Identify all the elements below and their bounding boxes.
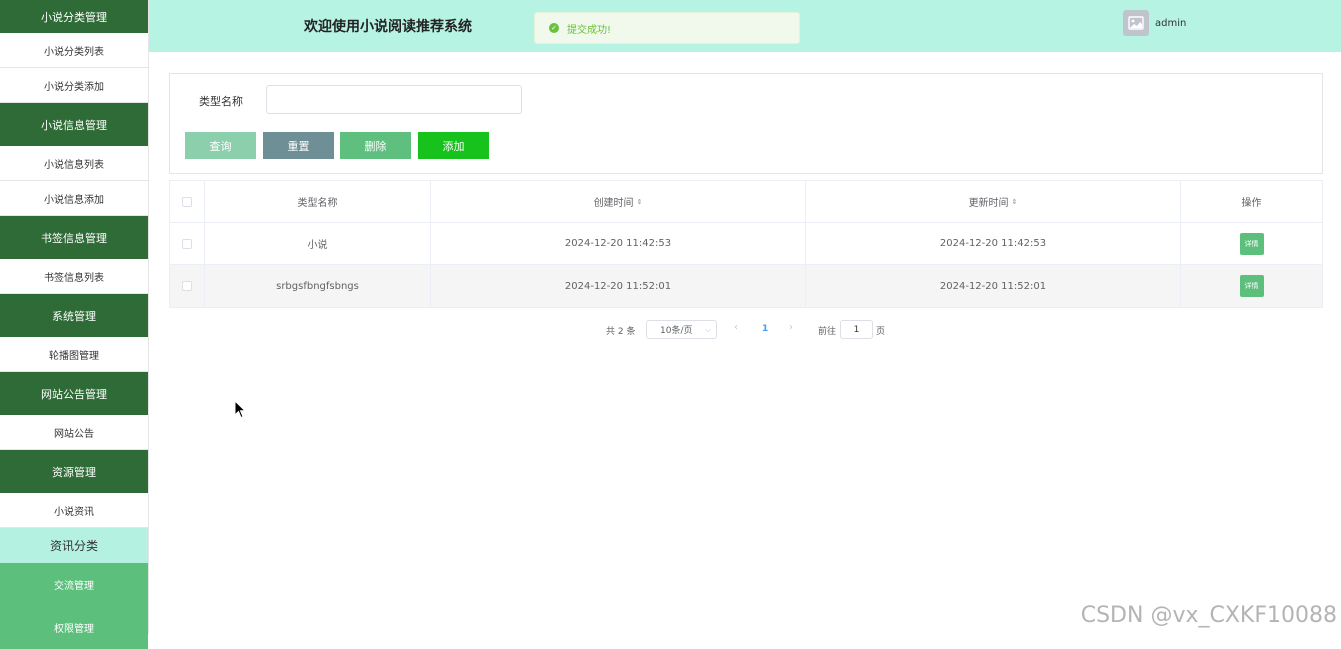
sort-icon[interactable]: ⇕ xyxy=(1012,198,1018,206)
sort-icon[interactable]: ⇕ xyxy=(637,198,643,206)
detail-button[interactable]: 详情 xyxy=(1240,233,1264,255)
sidebar-group-system[interactable]: 系统管理 xyxy=(0,294,148,337)
sidebar-group-bookmark[interactable]: 书签信息管理 xyxy=(0,216,148,259)
cell-actions: 详情 xyxy=(1181,223,1322,264)
page-size-select[interactable]: 10条/页 ⌵ xyxy=(646,320,717,339)
reset-button[interactable]: 重置 xyxy=(263,132,334,159)
table-header-row: 类型名称 创建时间⇕ 更新时间⇕ 操作 xyxy=(170,181,1322,223)
header-actions: 操作 xyxy=(1181,181,1322,222)
select-all-cell xyxy=(170,181,205,222)
cell-updated-time: 2024-12-20 11:52:01 xyxy=(806,265,1181,307)
top-header: 欢迎使用小说阅读推荐系统 ✓ 提交成功! admin xyxy=(149,0,1341,52)
chevron-down-icon: ⌵ xyxy=(705,325,711,335)
cell-updated-time: 2024-12-20 11:42:53 xyxy=(806,223,1181,264)
sidebar-group-communication[interactable]: 交流管理 xyxy=(0,563,148,606)
sidebar-item-carousel[interactable]: 轮播图管理 xyxy=(0,337,148,372)
header-updated-label: 更新时间 xyxy=(969,194,1009,209)
row-select-cell xyxy=(170,265,205,307)
image-placeholder-icon xyxy=(1128,15,1144,31)
detail-button[interactable]: 详情 xyxy=(1240,275,1264,297)
sidebar-item-news-category[interactable]: 资讯分类 xyxy=(0,528,148,563)
table-row: 小说 2024-12-20 11:42:53 2024-12-20 11:42:… xyxy=(170,223,1322,265)
row-select-cell xyxy=(170,223,205,264)
sidebar-group-permission[interactable]: 权限管理 xyxy=(0,606,148,649)
goto-suffix: 页 xyxy=(876,324,885,337)
row-checkbox[interactable] xyxy=(182,281,192,291)
header-created-label: 创建时间 xyxy=(594,194,634,209)
current-page[interactable]: 1 xyxy=(762,324,768,334)
sidebar-item-novel-category-list[interactable]: 小说分类列表 xyxy=(0,33,148,68)
cell-actions: 详情 xyxy=(1181,265,1322,307)
cell-created-time: 2024-12-20 11:52:01 xyxy=(431,265,806,307)
sidebar-group-novel-category[interactable]: 小说分类管理 xyxy=(0,0,148,33)
sidebar-item-bookmark-list[interactable]: 书签信息列表 xyxy=(0,259,148,294)
next-page-icon[interactable]: › xyxy=(789,322,793,333)
prev-page-icon[interactable]: ‹ xyxy=(734,322,738,333)
header-created-time[interactable]: 创建时间⇕ xyxy=(431,181,806,222)
cell-created-time: 2024-12-20 11:42:53 xyxy=(431,223,806,264)
goto-page-input[interactable]: 1 xyxy=(840,320,873,339)
add-button[interactable]: 添加 xyxy=(418,132,489,159)
sidebar-item-novel-info-add[interactable]: 小说信息添加 xyxy=(0,181,148,216)
type-name-label: 类型名称 xyxy=(199,93,243,109)
sidebar-item-announcement[interactable]: 网站公告 xyxy=(0,415,148,450)
type-name-input[interactable] xyxy=(266,85,522,114)
header-updated-time[interactable]: 更新时间⇕ xyxy=(806,181,1181,222)
header-type-name: 类型名称 xyxy=(205,181,431,222)
avatar[interactable] xyxy=(1123,10,1149,36)
row-checkbox[interactable] xyxy=(182,239,192,249)
mouse-cursor-icon xyxy=(234,400,248,420)
search-panel: 类型名称 查询 重置 删除 添加 xyxy=(169,73,1323,174)
page-size-value: 10条/页 xyxy=(660,323,693,336)
table-row: srbgsfbngfsbngs 2024-12-20 11:52:01 2024… xyxy=(170,265,1322,307)
success-toast: ✓ 提交成功! xyxy=(534,12,800,44)
sidebar-item-novel-news[interactable]: 小说资讯 xyxy=(0,493,148,528)
watermark: CSDN @vx_CXKF10088 xyxy=(1081,603,1337,628)
sidebar-group-novel-info[interactable]: 小说信息管理 xyxy=(0,103,148,146)
data-table: 类型名称 创建时间⇕ 更新时间⇕ 操作 小说 2024-12-20 11:42:… xyxy=(169,180,1323,308)
goto-prefix: 前往 xyxy=(818,324,836,337)
sidebar-group-resource[interactable]: 资源管理 xyxy=(0,450,148,493)
sidebar-item-novel-category-add[interactable]: 小说分类添加 xyxy=(0,68,148,103)
cell-type-name: srbgsfbngfsbngs xyxy=(205,265,431,307)
check-circle-icon: ✓ xyxy=(549,23,559,33)
toast-message: 提交成功! xyxy=(567,21,611,36)
sidebar: 小说分类管理 小说分类列表 小说分类添加 小说信息管理 小说信息列表 小说信息添… xyxy=(0,0,149,634)
sidebar-group-announcement[interactable]: 网站公告管理 xyxy=(0,372,148,415)
query-button[interactable]: 查询 xyxy=(185,132,256,159)
select-all-checkbox[interactable] xyxy=(182,197,192,207)
username[interactable]: admin xyxy=(1155,18,1186,29)
delete-button[interactable]: 删除 xyxy=(340,132,411,159)
cell-type-name: 小说 xyxy=(205,223,431,264)
sidebar-item-novel-info-list[interactable]: 小说信息列表 xyxy=(0,146,148,181)
pagination-total: 共 2 条 xyxy=(606,324,635,337)
page-title: 欢迎使用小说阅读推荐系统 xyxy=(304,16,472,36)
